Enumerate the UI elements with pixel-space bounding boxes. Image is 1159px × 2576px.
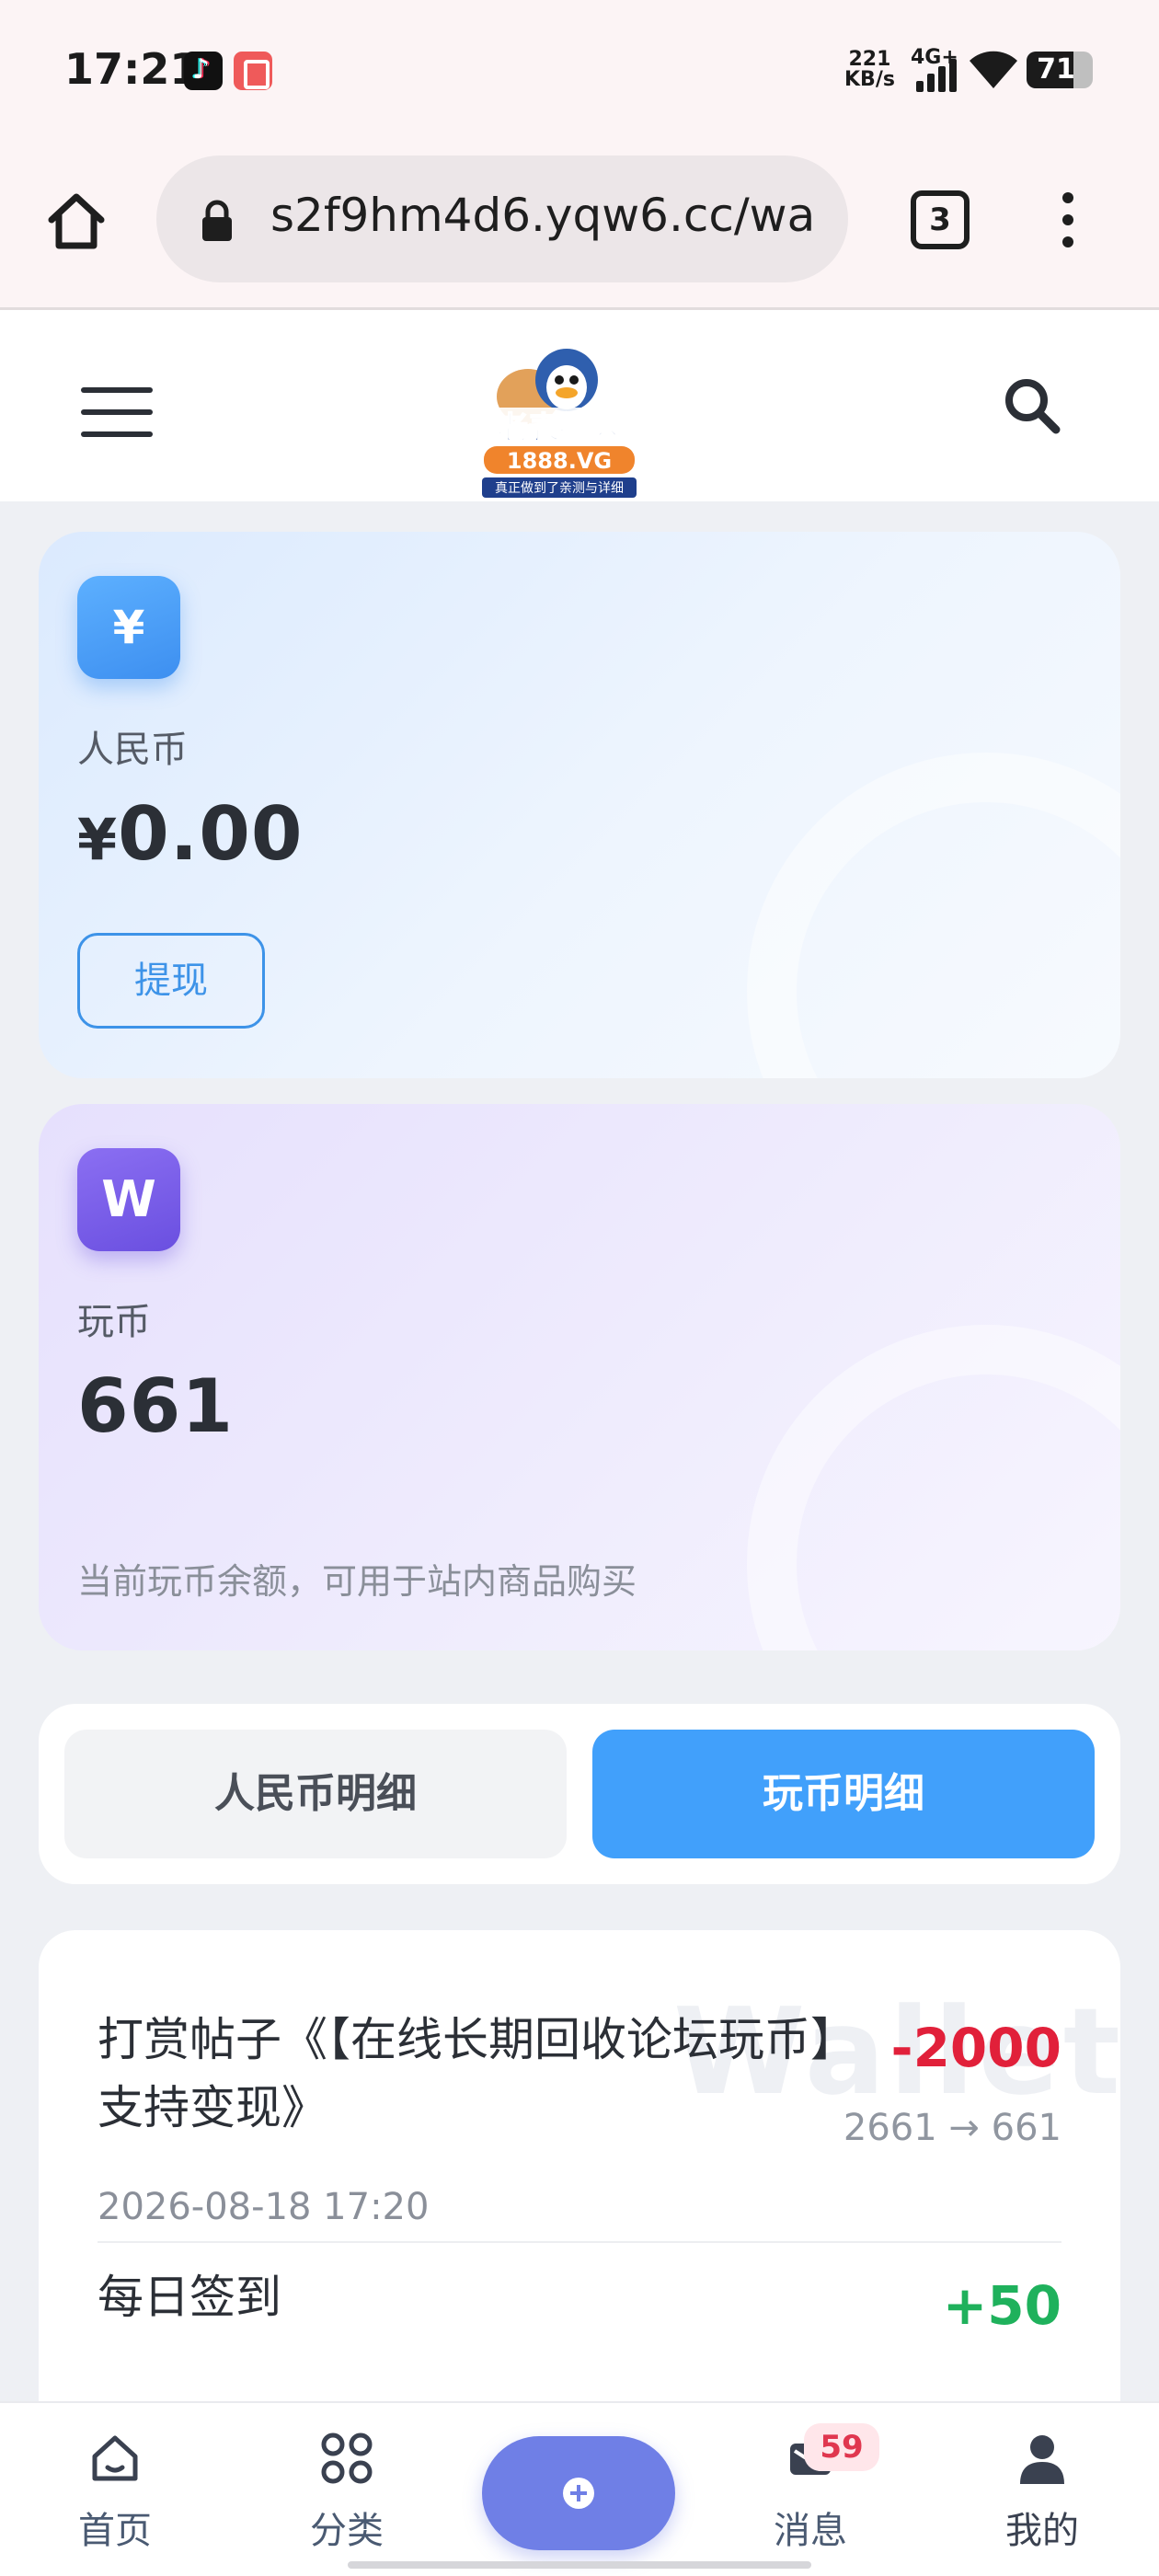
search-icon[interactable]: [1003, 376, 1061, 435]
home-icon[interactable]: [44, 189, 109, 253]
nav-label: 分类: [310, 2510, 384, 2552]
user-icon: [1020, 2435, 1064, 2484]
coin-amount: 661: [77, 1363, 234, 1449]
nav-label: 消息: [774, 2510, 847, 2552]
withdraw-button[interactable]: 提现: [77, 933, 265, 1029]
transaction-title: 打赏帖子《【在线长期回收论坛玩币】支持变现》: [98, 2013, 833, 2134]
app-notification-icon: [234, 52, 272, 90]
status-bar: 17:21 221 KB/s 4G+ 71: [0, 0, 1159, 143]
signal-icon: [912, 52, 957, 92]
rmb-amount-value: 0.00: [118, 791, 304, 877]
plus-icon: [563, 2478, 594, 2509]
nav-label: 我的: [1005, 2510, 1079, 2552]
network-speed-unit: KB/s: [844, 68, 895, 91]
rmb-amount: ¥0.00: [77, 791, 304, 877]
coin-note: 当前玩币余额，可用于站内商品购买: [77, 1561, 637, 1602]
lock-icon: [202, 200, 232, 241]
gesture-bar[interactable]: [348, 2561, 811, 2569]
network-speed: 221 KB/s: [844, 50, 895, 90]
transaction-amount: +50: [942, 2274, 1061, 2337]
address-bar[interactable]: s2f9hm4d6.yqw6.cc/wa: [156, 155, 848, 282]
site-logo[interactable]: 老表社区 1888.VG 真正做到了亲测与详细: [467, 343, 651, 500]
network-speed-value: 221: [848, 48, 891, 71]
yuan-icon: ¥: [77, 576, 180, 679]
wifi-icon: [970, 51, 1017, 88]
card-decoration: [747, 753, 1120, 1078]
battery-level: 71: [1037, 53, 1075, 86]
battery-icon: 71: [1027, 52, 1093, 88]
coin-balance-card: W 玩币 661 当前玩币余额，可用于站内商品购买: [39, 1104, 1120, 1650]
logo-name: 老表社区: [497, 410, 622, 447]
coin-icon: W: [77, 1148, 180, 1251]
menu-icon[interactable]: [81, 387, 153, 437]
browser-toolbar: s2f9hm4d6.yqw6.cc/wa 3: [0, 143, 1159, 310]
coin-label: 玩币: [77, 1301, 151, 1343]
tab-coin-detail[interactable]: 玩币明细: [592, 1730, 1095, 1858]
nav-me[interactable]: 我的: [973, 2431, 1111, 2559]
transaction-title: 每日签到: [98, 2271, 281, 2324]
post-button[interactable]: [482, 2436, 675, 2550]
tab-rmb-detail[interactable]: 人民币明细: [64, 1730, 567, 1858]
clock: 17:21: [64, 44, 200, 94]
url-text: s2f9hm4d6.yqw6.cc/wa: [270, 189, 816, 242]
nav-home[interactable]: 首页: [46, 2431, 184, 2559]
logo-slogan: 真正做到了亲测与详细: [495, 481, 624, 496]
tiktok-icon: [184, 52, 223, 90]
home-icon: [92, 2435, 138, 2481]
grid-icon: [321, 2432, 373, 2484]
rmb-label: 人民币: [77, 729, 188, 771]
card-decoration: [747, 1325, 1120, 1650]
more-menu-icon[interactable]: [1058, 190, 1080, 249]
list-item[interactable]: 打赏帖子《【在线长期回收论坛玩币】支持变现》 2026-08-18 17:20 …: [98, 2006, 1061, 2243]
tab-switcher-button[interactable]: 3: [911, 190, 970, 249]
nav-category[interactable]: 分类: [278, 2431, 416, 2559]
message-badge: 59: [804, 2423, 879, 2471]
transaction-amount: -2000: [890, 2017, 1062, 2079]
detail-tabs: 人民币明细 玩币明细: [39, 1704, 1120, 1884]
nav-label: 首页: [78, 2510, 152, 2552]
bottom-nav: 首页 分类 消息 我的: [0, 2401, 1159, 2576]
site-header: 老表社区 1888.VG 真正做到了亲测与详细: [0, 310, 1159, 501]
rmb-balance-card: ¥ 人民币 ¥0.00 提现: [39, 532, 1120, 1078]
logo-domain: 1888.VG: [507, 448, 612, 474]
currency-symbol: ¥: [77, 806, 119, 873]
transaction-date: 2026-08-18 17:20: [98, 2186, 430, 2228]
balance-change: 2661 → 661: [843, 2107, 1061, 2149]
